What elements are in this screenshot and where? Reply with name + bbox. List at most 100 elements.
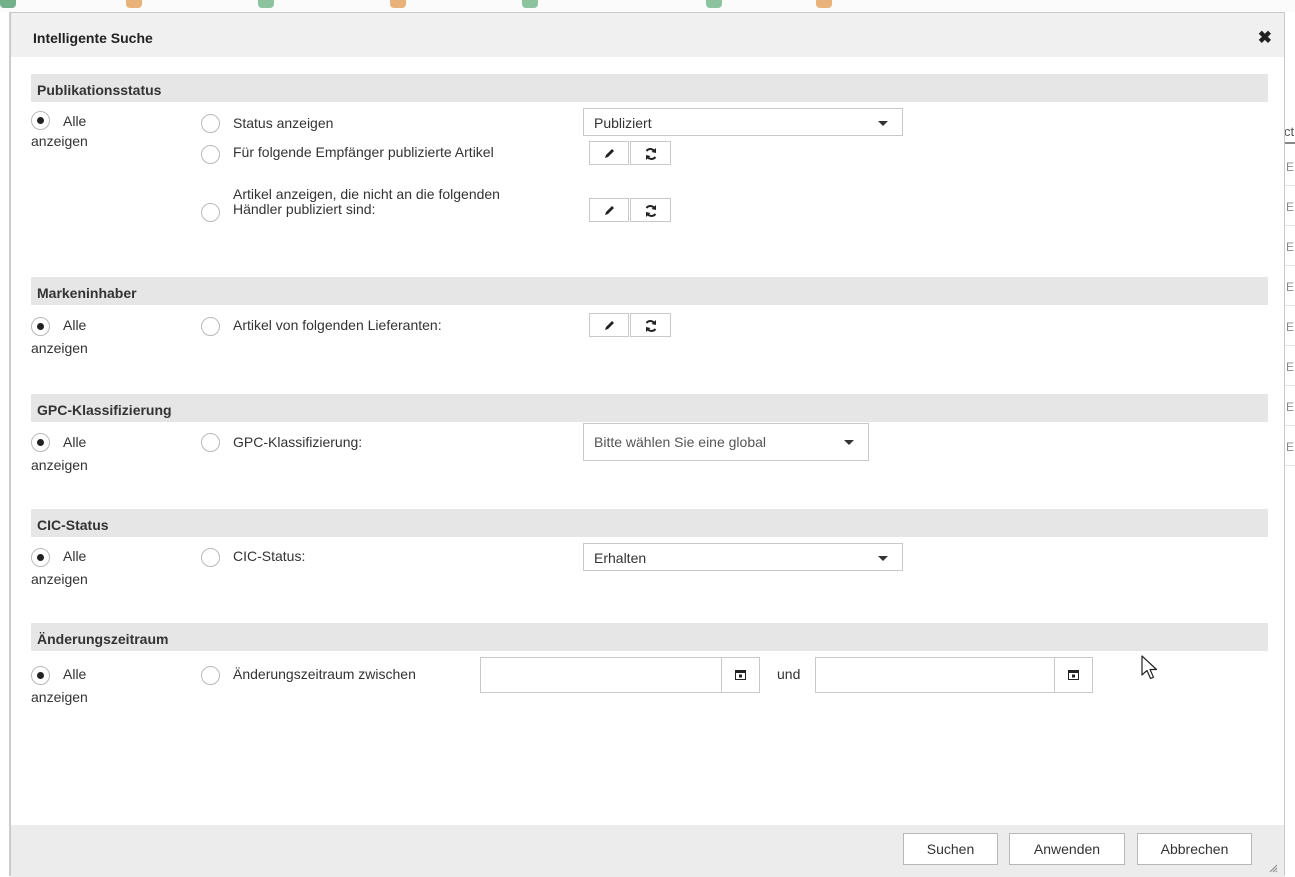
publication-recipients-radio[interactable]: [201, 145, 220, 164]
gpc-classification-radio[interactable]: [201, 433, 220, 452]
radio-label: Für folgende Empfänger publizierte Artik…: [233, 144, 494, 160]
calendar-button[interactable]: [1054, 658, 1092, 692]
toolbar-icon: [0, 0, 16, 8]
table-cell: E: [1286, 440, 1295, 454]
section-header-publication-status: Publikationsstatus: [31, 74, 1268, 102]
section-title: Markeninhaber: [37, 285, 137, 301]
select-value: Bitte wählen Sie eine global: [594, 434, 767, 450]
table-row: E: [1284, 226, 1295, 266]
section-title: Änderungszeitraum: [37, 631, 169, 647]
toolbar-icon: [522, 0, 538, 8]
toolbar-icon: [390, 0, 406, 8]
table-cell: E: [1286, 320, 1295, 334]
dialog-title: Intelligente Suche: [33, 30, 153, 46]
table-row: E: [1284, 266, 1295, 306]
toolbar-icon: [816, 0, 832, 8]
cic-status-select[interactable]: Erhalten: [583, 543, 903, 571]
toolbar-icon: [126, 0, 142, 8]
radio-label: Alle: [63, 317, 87, 333]
pencil-icon: [605, 149, 614, 158]
dialog-footer: Suchen Anwenden Abbrechen: [11, 825, 1284, 877]
section-title: Publikationsstatus: [37, 82, 162, 98]
calendar-icon: [1068, 670, 1079, 680]
edit-button[interactable]: [589, 141, 629, 165]
table-row: E: [1284, 306, 1295, 346]
period-to-field[interactable]: [815, 657, 1093, 693]
smart-search-dialog: Intelligente Suche ✖ Publikationsstatus …: [10, 12, 1285, 877]
search-button[interactable]: Suchen: [903, 833, 998, 865]
radio-label: Alle: [63, 548, 87, 564]
refresh-icon: [645, 205, 657, 217]
chevron-down-icon: [878, 121, 888, 126]
radio-label: CIC-Status:: [233, 548, 306, 564]
cic-status-radio[interactable]: [201, 548, 220, 567]
table-row: E: [1284, 426, 1295, 466]
radio-label: Alle: [63, 666, 87, 682]
radio-label: Änderungszeitraum zwischen: [233, 666, 416, 682]
apply-button[interactable]: Anwenden: [1009, 833, 1125, 865]
edit-button[interactable]: [589, 198, 629, 222]
background-column-header-text: ct: [1284, 124, 1295, 139]
background-toolbar: [0, 0, 1295, 12]
radio-label: GPC-Klassifizierung:: [233, 434, 363, 450]
table-row: E: [1284, 386, 1295, 426]
select-value: Erhalten: [594, 550, 647, 566]
cancel-button[interactable]: Abbrechen: [1137, 833, 1252, 865]
refresh-button[interactable]: [630, 198, 671, 222]
dialog-titlebar[interactable]: Intelligente Suche ✖: [11, 13, 1284, 57]
toolbar-icon: [258, 0, 274, 8]
select-value: Publiziert: [594, 115, 652, 131]
period-from-field[interactable]: [480, 657, 760, 693]
section-title: GPC-Klassifizierung: [37, 402, 172, 418]
chevron-down-icon: [878, 556, 888, 561]
section-header-cic-status: CIC-Status: [31, 509, 1268, 537]
pencil-icon: [605, 206, 614, 215]
refresh-icon: [645, 148, 657, 160]
background-column-header: ct: [1284, 110, 1295, 144]
mouse-cursor-icon: [1141, 655, 1158, 680]
table-cell: E: [1286, 200, 1295, 214]
calendar-button[interactable]: [721, 658, 759, 692]
publication-not-published-radio[interactable]: [201, 203, 220, 222]
background-sidebar: [0, 12, 10, 876]
period-all-radio[interactable]: [31, 666, 50, 685]
radio-label: anzeigen: [31, 571, 88, 587]
table-cell: E: [1286, 280, 1295, 294]
radio-label: Händler publiziert sind:: [233, 201, 376, 217]
gpc-all-radio[interactable]: [31, 433, 50, 452]
background-table: ct E E E E E E E E: [1284, 90, 1295, 490]
pencil-icon: [605, 321, 614, 330]
radio-label: Artikel von folgenden Lieferanten:: [233, 317, 442, 333]
resize-grip-icon[interactable]: [1268, 863, 1278, 873]
radio-label: anzeigen: [31, 689, 88, 705]
table-row: E: [1284, 346, 1295, 386]
refresh-button[interactable]: [630, 141, 671, 165]
table-cell: E: [1286, 360, 1295, 374]
table-row: E: [1284, 186, 1295, 226]
radio-label: Alle: [63, 113, 87, 129]
calendar-icon: [735, 670, 746, 680]
table-cell: E: [1286, 160, 1295, 174]
gpc-classification-select[interactable]: Bitte wählen Sie eine global: [583, 423, 869, 461]
toolbar-icon: [706, 0, 722, 8]
radio-label: anzeigen: [31, 340, 88, 356]
radio-label: anzeigen: [31, 133, 88, 149]
section-title: CIC-Status: [37, 517, 109, 533]
publication-status-radio[interactable]: [201, 114, 220, 133]
radio-label: anzeigen: [31, 457, 88, 473]
close-icon[interactable]: ✖: [1258, 29, 1272, 46]
and-label: und: [777, 666, 801, 682]
refresh-button[interactable]: [630, 313, 671, 337]
publication-all-radio[interactable]: [31, 111, 50, 130]
publication-status-select[interactable]: Publiziert: [583, 108, 903, 136]
brand-suppliers-radio[interactable]: [201, 317, 220, 336]
period-between-radio[interactable]: [201, 666, 220, 685]
brand-all-radio[interactable]: [31, 317, 50, 336]
section-header-change-period: Änderungszeitraum: [31, 623, 1268, 651]
edit-button[interactable]: [589, 313, 629, 337]
table-cell: E: [1286, 400, 1295, 414]
chevron-down-icon: [844, 440, 854, 445]
section-header-gpc: GPC-Klassifizierung: [31, 394, 1268, 422]
table-row: E: [1284, 146, 1295, 186]
cic-all-radio[interactable]: [31, 548, 50, 567]
